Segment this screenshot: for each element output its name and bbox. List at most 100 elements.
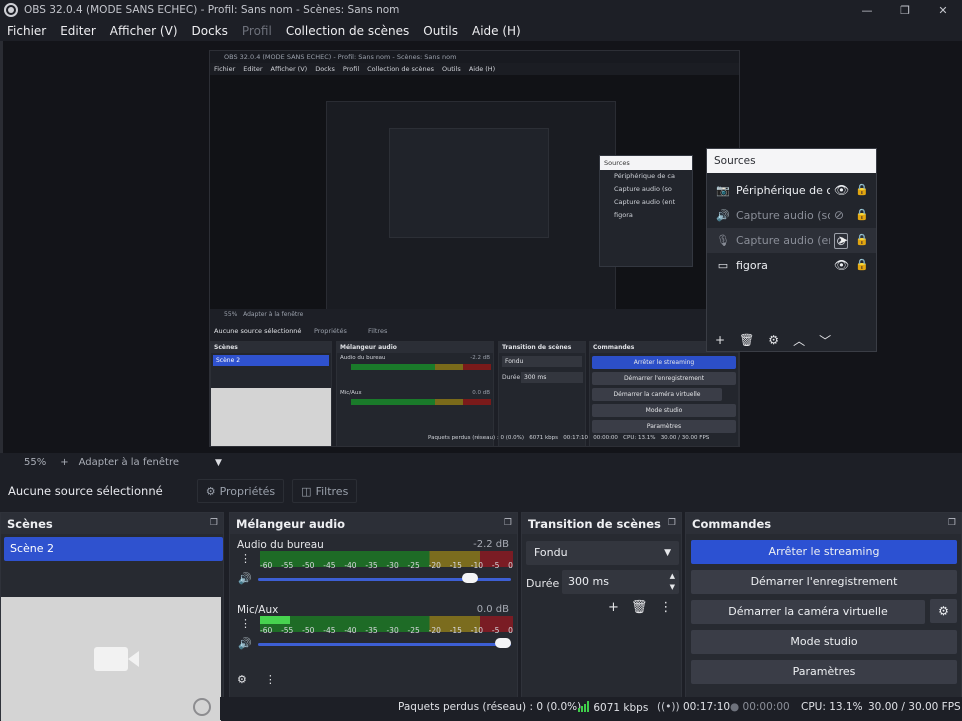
source-item[interactable]: 🎙 Capture audio (ent ⊘ 🔒 — [707, 228, 876, 253]
eye-hidden-icon[interactable]: ⊘ — [834, 208, 844, 222]
undock-icon[interactable]: ❐ — [504, 518, 512, 528]
record-dot-icon: ● — [730, 701, 740, 713]
channel-name: Mic/Aux — [237, 604, 279, 616]
capture-sources-header: Sources — [600, 156, 692, 170]
menu-editer[interactable]: Editer — [53, 24, 103, 38]
transition-dock-header: Transition de scènes ❐ — [522, 513, 681, 534]
mixer-dock-header: Mélangeur audio ❐ — [230, 513, 517, 534]
menu-fichier[interactable]: Fichier — [0, 24, 53, 38]
chevron-up-icon[interactable]: ︿ — [793, 332, 805, 349]
volume-slider[interactable] — [258, 643, 511, 646]
menu-profil[interactable]: Profil — [235, 24, 279, 38]
menu-aide[interactable]: Aide (H) — [465, 24, 528, 38]
lock-icon[interactable]: 🔒 — [855, 258, 869, 271]
duration-spinbox[interactable]: 300 ms ▲ ▼ — [562, 570, 679, 594]
lock-icon[interactable]: 🔒 — [855, 208, 869, 221]
meter-tick-label: -40 — [344, 561, 357, 570]
capture-command: Arrêter le streaming — [592, 356, 736, 369]
window-title: OBS 32.0.4 (MODE SANS ECHEC) - Profil: S… — [24, 4, 400, 16]
add-icon[interactable]: + — [608, 600, 619, 615]
sources-dock-title[interactable]: Sources — [707, 149, 876, 173]
speaker-icon: 🔊 — [716, 209, 730, 222]
source-item[interactable]: 🔊 Capture audio (sor ⊘ 🔒 — [707, 203, 876, 228]
capture-source-row: Capture audio (so — [614, 185, 672, 193]
undock-icon[interactable]: ❐ — [668, 518, 676, 528]
trash-icon[interactable]: 🗑 — [739, 333, 754, 347]
spin-arrows-icon[interactable]: ▲ ▼ — [670, 571, 675, 593]
meter-tick-label: -5 — [491, 561, 500, 570]
zoom-bar: 55% + Adapter à la fenêtre ▼ — [0, 453, 962, 472]
settings-button[interactable]: Paramètres — [691, 660, 957, 684]
capture-menu-item: Afficher (V) — [270, 65, 308, 73]
source-item[interactable]: 📷 Périphérique de ca 👁 🔒 — [707, 178, 876, 203]
properties-button[interactable]: ⚙ Propriétés — [196, 479, 285, 503]
transition-value: Fondu — [534, 546, 568, 559]
meter-tick-label: -50 — [302, 626, 315, 635]
chevron-down-icon: ▼ — [664, 548, 671, 558]
meter-tick-label: -15 — [449, 626, 462, 635]
studio-mode-button[interactable]: Mode studio — [691, 630, 957, 654]
meter-ticks: -60 -55 -50 -45 -40 -35 -30 -25 -20 -15 -10 -5 0 — [260, 561, 513, 573]
undock-icon[interactable]: ❐ — [948, 518, 956, 528]
gear-icon[interactable]: ⚙ — [237, 673, 247, 686]
capture-meter — [351, 399, 491, 405]
lock-icon[interactable]: 🔒 — [855, 183, 869, 196]
menu-afficher[interactable]: Afficher (V) — [103, 24, 185, 38]
undock-icon[interactable]: ❐ — [210, 518, 218, 528]
capture-cpu: CPU: 13.1% — [623, 435, 656, 441]
gear-icon[interactable]: ⚙ — [768, 333, 779, 347]
start-virtual-camera-button[interactable]: Démarrer la caméra virtuelle — [691, 600, 925, 624]
virtual-camera-settings-icon[interactable]: ⚙ — [930, 599, 957, 623]
lock-icon[interactable]: 🔒 — [855, 233, 869, 246]
meter-tick-label: -35 — [365, 626, 378, 635]
source-item[interactable]: ▭ figora 👁 🔒 — [707, 253, 876, 278]
filters-button[interactable]: ◫ Filtres — [292, 479, 358, 503]
zoom-level[interactable]: 55% — [24, 457, 46, 468]
menu-collection-scenes[interactable]: Collection de scènes — [279, 24, 416, 38]
meter-level — [260, 616, 291, 624]
volume-slider-handle[interactable] — [495, 638, 511, 648]
scene-transitions-dock: Transition de scènes ❐ Fondu ▼ Durée 300… — [521, 512, 682, 720]
capture-duration: 300 ms — [521, 372, 583, 383]
speaker-icon[interactable]: 🔊 — [238, 637, 252, 650]
eye-icon[interactable]: 👁 — [834, 258, 849, 272]
trash-icon[interactable]: 🗑 — [631, 600, 648, 615]
kebab-menu-icon[interactable]: ⋮ — [659, 600, 672, 615]
preview-scrollbar[interactable] — [0, 41, 3, 453]
scene-item[interactable]: Scène 2 — [4, 537, 223, 561]
speaker-icon[interactable]: 🔊 — [238, 572, 252, 585]
menu-outils[interactable]: Outils — [416, 24, 465, 38]
menu-docks[interactable]: Docks — [185, 24, 235, 38]
source-toolbar: Aucune source sélectionné ⚙ Propriétés ◫… — [0, 472, 962, 510]
kebab-menu-icon[interactable]: ⋮ — [265, 673, 276, 686]
kebab-menu-icon[interactable]: ⋮ — [240, 552, 251, 565]
capture-ch2-db: 0.0 dB — [472, 390, 490, 396]
kebab-menu-icon[interactable]: ⋮ — [240, 617, 251, 630]
chevron-down-icon[interactable]: ▼ — [215, 458, 222, 468]
capture-transition-header: Transition de scènes — [499, 342, 585, 353]
properties-label: Propriétés — [219, 484, 276, 498]
preview-canvas[interactable]: OBS 32.0.4 (MODE SANS ECHEC) - Profil: S… — [209, 50, 740, 447]
minimize-button[interactable]: — — [848, 0, 886, 20]
commands-dock-header: Commandes ❐ — [686, 513, 961, 534]
meter-tick-label: -20 — [428, 626, 441, 635]
eye-icon[interactable]: 👁 — [834, 183, 849, 197]
source-label: figora — [736, 259, 768, 272]
capture-ch2: Mic/Aux — [340, 390, 362, 396]
maximize-button[interactable]: ❐ — [886, 0, 924, 20]
stop-streaming-button[interactable]: Arrêter le streaming — [691, 540, 957, 564]
stream-time-value: 00:17:10 — [682, 701, 731, 713]
zoom-plus-icon[interactable]: + — [60, 457, 68, 468]
capture-no-source: Aucune source sélectionné — [214, 327, 302, 335]
transition-select[interactable]: Fondu ▼ — [526, 541, 679, 565]
meter-tick-label: -40 — [344, 626, 357, 635]
start-recording-button[interactable]: Démarrer l'enregistrement — [691, 570, 957, 594]
scenes-title: Scènes — [7, 516, 53, 531]
controls-dock: Commandes ❐ Arrêter le streaming Démarre… — [685, 512, 962, 720]
volume-slider-handle[interactable] — [462, 573, 479, 583]
zoom-fit-select[interactable]: Adapter à la fenêtre — [79, 457, 179, 468]
close-button[interactable]: ✕ — [924, 0, 962, 20]
chevron-down-icon[interactable]: ﹀ — [819, 332, 831, 349]
add-icon[interactable]: + — [715, 333, 725, 347]
sources-dock: Sources 📷 Périphérique de ca 👁 🔒 🔊 Captu… — [706, 148, 877, 352]
